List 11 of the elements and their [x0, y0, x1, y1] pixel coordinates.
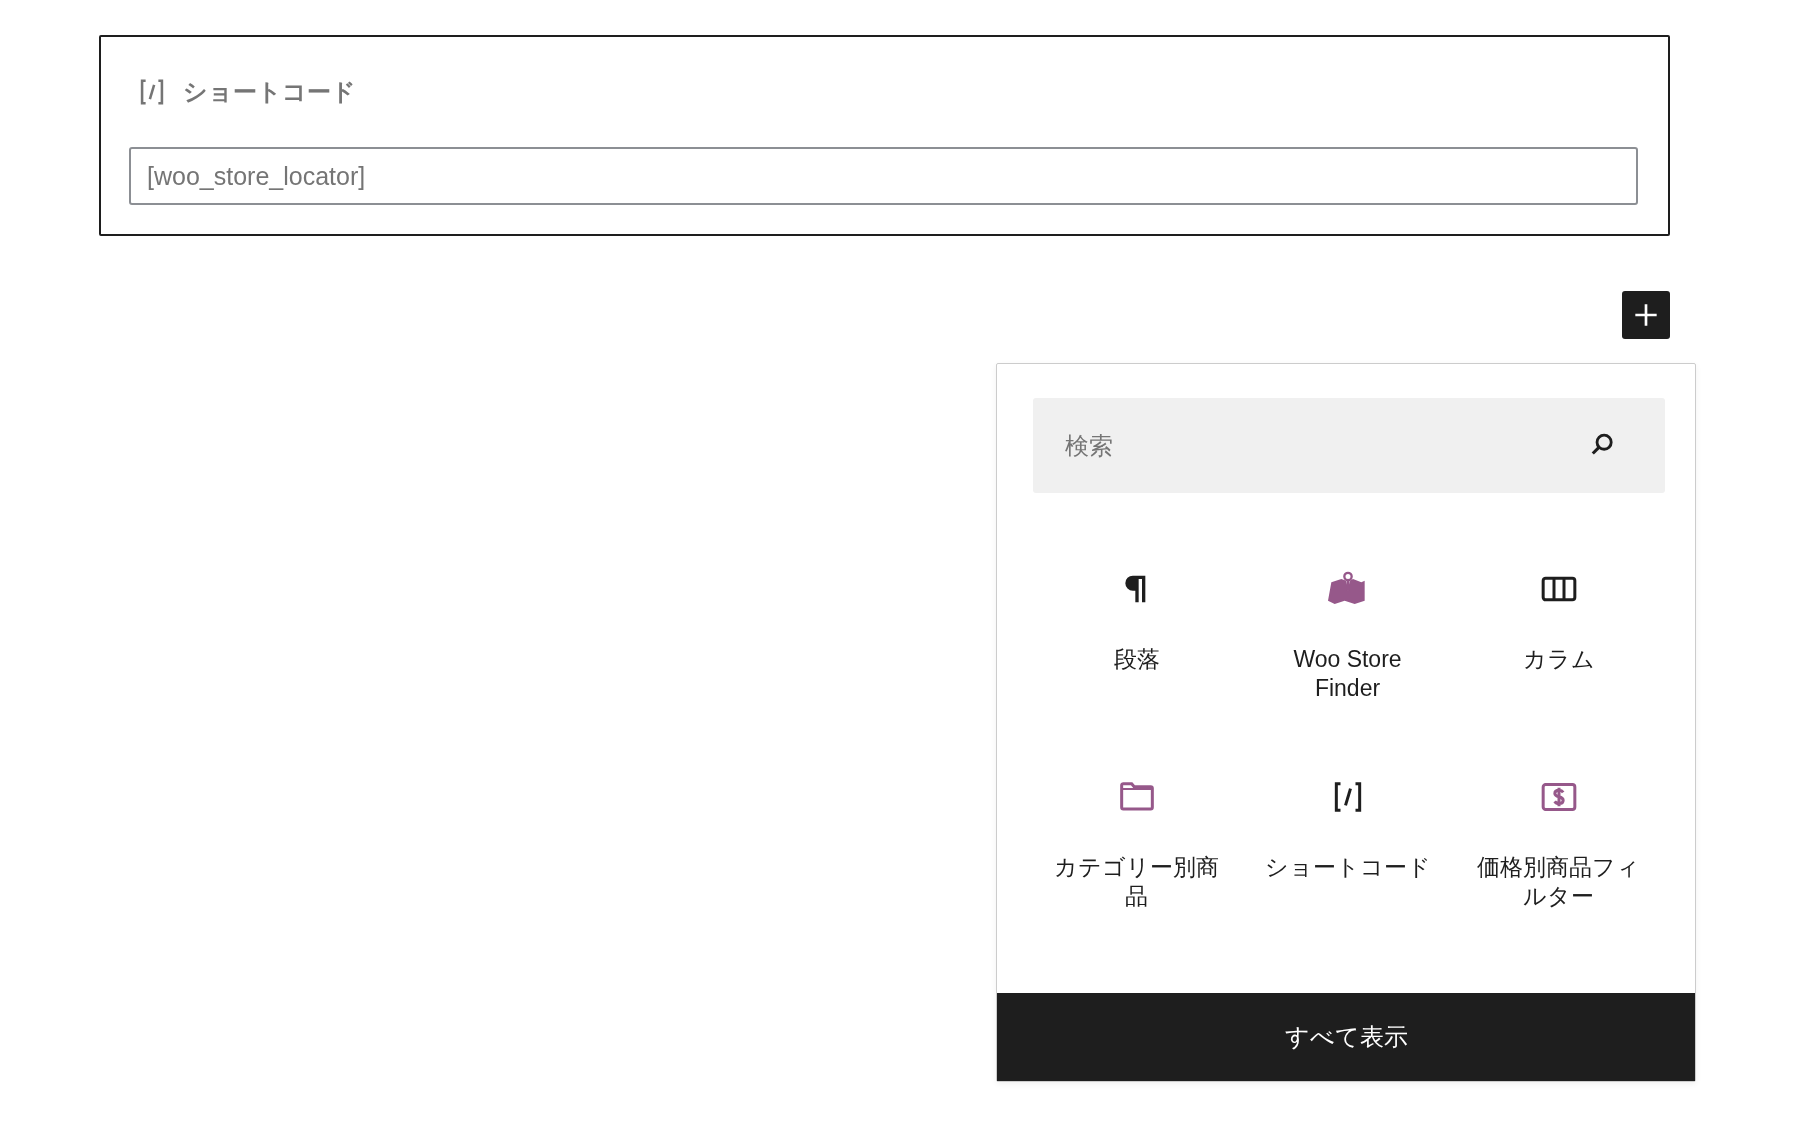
block-item[interactable]: 段落	[1031, 561, 1242, 735]
show-all-button[interactable]: すべて表示	[997, 993, 1695, 1081]
search-field[interactable]: 検索	[1033, 398, 1665, 493]
block-item[interactable]: 価格別商品フィルター	[1453, 769, 1664, 943]
block-title: ショートコード	[183, 77, 356, 107]
block-item[interactable]: Woo Store Finder	[1242, 561, 1453, 735]
block-item[interactable]: カテゴリー別商品	[1031, 769, 1242, 943]
shortcode-input-field[interactable]: [woo_store_locator]	[129, 147, 1638, 205]
block-item[interactable]: ショートコード	[1242, 769, 1453, 943]
add-block-button[interactable]	[1622, 291, 1670, 339]
block-item[interactable]: カラム	[1453, 561, 1664, 735]
